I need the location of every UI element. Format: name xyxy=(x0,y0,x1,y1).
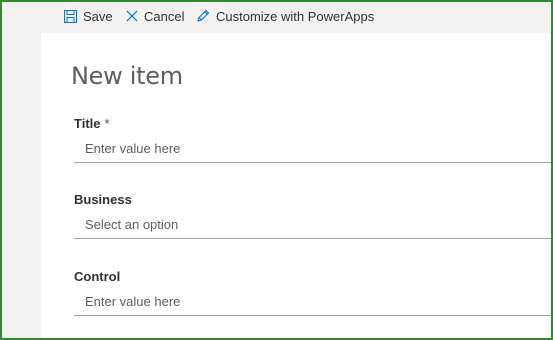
business-field-label: Business xyxy=(74,192,132,207)
form-panel: New item Title * Enter value here Busines… xyxy=(41,33,551,338)
window-frame: Save Cancel Customize with PowerApps New… xyxy=(0,0,553,340)
customize-label: Customize with PowerApps xyxy=(216,8,375,24)
save-label: Save xyxy=(83,8,113,24)
save-icon xyxy=(64,9,77,23)
title-field-label: Title * xyxy=(74,116,110,131)
business-select[interactable]: Select an option xyxy=(74,213,551,239)
title-input[interactable]: Enter value here xyxy=(74,137,551,163)
control-field-label: Control xyxy=(74,269,121,284)
left-gutter xyxy=(4,2,41,338)
command-bar: Save Cancel Customize with PowerApps xyxy=(41,2,551,33)
save-button[interactable]: Save xyxy=(64,7,113,25)
customize-powerapps-button[interactable]: Customize with PowerApps xyxy=(196,7,374,25)
cancel-label: Cancel xyxy=(144,8,185,24)
close-icon xyxy=(126,10,138,22)
page-title: New item xyxy=(71,62,183,90)
pencil-icon xyxy=(196,9,210,23)
cancel-button[interactable]: Cancel xyxy=(126,7,184,25)
title-label-text: Title xyxy=(74,116,101,131)
control-input[interactable]: Enter value here xyxy=(74,290,551,316)
required-indicator: * xyxy=(104,116,110,131)
